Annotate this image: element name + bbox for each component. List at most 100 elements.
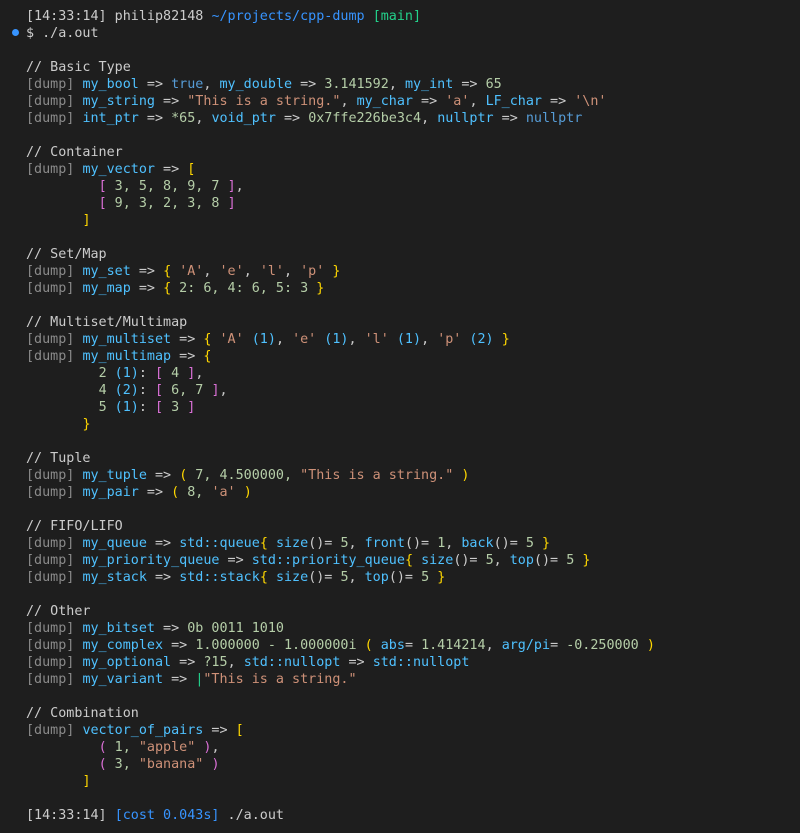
text-segment: [14:33:14]	[26, 808, 115, 823]
text-segment: true	[171, 77, 204, 92]
dump-line: [dump] my_set => { 'A', 'e', 'l', 'p' }	[26, 263, 340, 280]
text-segment: ]	[211, 383, 220, 398]
text-segment: )	[243, 485, 252, 500]
text-segment	[429, 570, 437, 585]
text-segment: =>	[413, 94, 446, 109]
text-segment: =	[550, 638, 567, 653]
dump-line: [dump] my_multimap => {	[26, 348, 211, 365]
text-segment: 0b 0011 1010	[187, 621, 284, 636]
text-segment	[413, 553, 421, 568]
text-segment: void_ptr	[211, 111, 276, 126]
dump-line: [dump] my_complex => 1.000000 - 1.000000…	[26, 637, 655, 654]
text-segment: 1.414214	[421, 638, 486, 653]
text-segment: [14:33:14] philip82148	[26, 9, 212, 24]
text-segment: ]	[82, 774, 91, 789]
text-segment: my_bitset	[82, 621, 155, 636]
dump-line: ]	[26, 773, 91, 790]
dump-line: [dump] my_string => "This is a string.",…	[26, 93, 607, 110]
text-segment: =>	[138, 485, 172, 500]
text-segment: ,	[421, 332, 438, 347]
text-segment: ,	[348, 570, 365, 585]
text-segment: my_char	[356, 94, 413, 109]
text-segment: }	[501, 332, 510, 347]
text-segment: =>	[453, 77, 486, 92]
dump-line: [dump] my_queue => std::queue{ size()= 5…	[26, 535, 550, 552]
text-segment: [dump]	[26, 638, 83, 653]
text-segment: ()=	[308, 536, 341, 551]
text-segment: my_bool	[82, 77, 139, 92]
text-segment	[26, 740, 99, 755]
text-segment: =>	[203, 723, 236, 738]
text-segment: my_set	[82, 264, 131, 279]
text-segment: [dump]	[26, 162, 83, 177]
text-segment: ]	[227, 179, 236, 194]
text-segment: 5	[340, 570, 349, 585]
dump-line: ( 3, "banana" )	[26, 756, 220, 773]
prompt-header: [14:33:14] philip82148 ~/projects/cpp-du…	[26, 8, 421, 25]
text-segment: "banana"	[138, 757, 204, 772]
text-segment: ]	[187, 400, 196, 415]
text-segment: std::nullopt	[243, 655, 341, 670]
text-segment: [dump]	[26, 264, 83, 279]
text-segment: [main]	[372, 9, 422, 24]
text-segment: ,	[227, 655, 244, 670]
text-segment: my_vector	[82, 162, 155, 177]
text-segment: =>	[171, 332, 204, 347]
text-segment: // Multiset/Multimap	[26, 315, 188, 330]
text-segment: ?15	[203, 655, 228, 670]
text-segment: }	[437, 570, 446, 585]
text-segment: 3	[163, 400, 188, 415]
text-segment: 3, 5, 8, 9, 7	[106, 179, 228, 194]
text-segment	[26, 757, 99, 772]
text-segment: ~/projects/cpp-dump	[211, 9, 365, 24]
text-segment: =>	[130, 264, 164, 279]
text-segment: ()=	[533, 553, 567, 568]
text-segment	[236, 485, 244, 500]
text-segment: }	[542, 536, 551, 551]
scrollbar-thumb[interactable]	[789, 0, 797, 833]
text-segment: std::queue	[179, 536, 260, 551]
section-combination: // Combination	[26, 705, 139, 722]
text-segment: =>	[340, 655, 373, 670]
text-segment: {	[203, 349, 212, 364]
text-segment: ,	[203, 264, 220, 279]
text-segment: ]	[82, 213, 91, 228]
text-segment	[268, 570, 276, 585]
text-segment: size	[275, 536, 309, 551]
text-segment: nullptr	[525, 111, 583, 126]
text-segment: }	[582, 553, 591, 568]
text-segment: 5	[421, 570, 430, 585]
command-decoration-dot[interactable]	[12, 29, 19, 36]
text-segment: my_variant	[82, 672, 164, 687]
text-segment: [dump]	[26, 553, 83, 568]
text-segment: 'A'	[219, 332, 244, 347]
text-segment: 4	[163, 366, 188, 381]
text-segment: 'l'	[364, 332, 389, 347]
text-segment: top	[364, 570, 389, 585]
text-segment: (2)	[106, 383, 139, 398]
text-segment: 5	[525, 536, 534, 551]
text-segment: =>	[155, 162, 188, 177]
text-segment: [	[98, 179, 107, 194]
dump-line: [dump] my_bitset => 0b 0011 1010	[26, 620, 284, 637]
text-segment: [dump]	[26, 672, 83, 687]
text-segment: }	[82, 417, 91, 432]
text-segment: my_multiset	[82, 332, 172, 347]
dump-line: [dump] my_priority_queue => std::priorit…	[26, 552, 590, 569]
text-segment: (1)	[316, 332, 349, 347]
text-segment: my_optional	[82, 655, 172, 670]
text-segment: 'l'	[259, 264, 284, 279]
text-segment: ,	[348, 332, 365, 347]
scrollbar[interactable]	[786, 0, 800, 833]
dump-line: 4 (2): [ 6, 7 ],	[26, 382, 228, 399]
text-segment: // FIFO/LIFO	[26, 519, 123, 534]
section-basic-type: // Basic Type	[26, 59, 131, 76]
text-segment: (	[98, 740, 107, 755]
text-segment: my_tuple	[82, 468, 147, 483]
text-segment: :	[138, 383, 155, 398]
text-segment: my_int	[404, 77, 454, 92]
text-segment: // Set/Map	[26, 247, 107, 262]
terminal-panel[interactable]: [14:33:14] philip82148 ~/projects/cpp-du…	[0, 0, 800, 833]
text-segment: :	[138, 366, 155, 381]
text-segment: [	[98, 196, 107, 211]
